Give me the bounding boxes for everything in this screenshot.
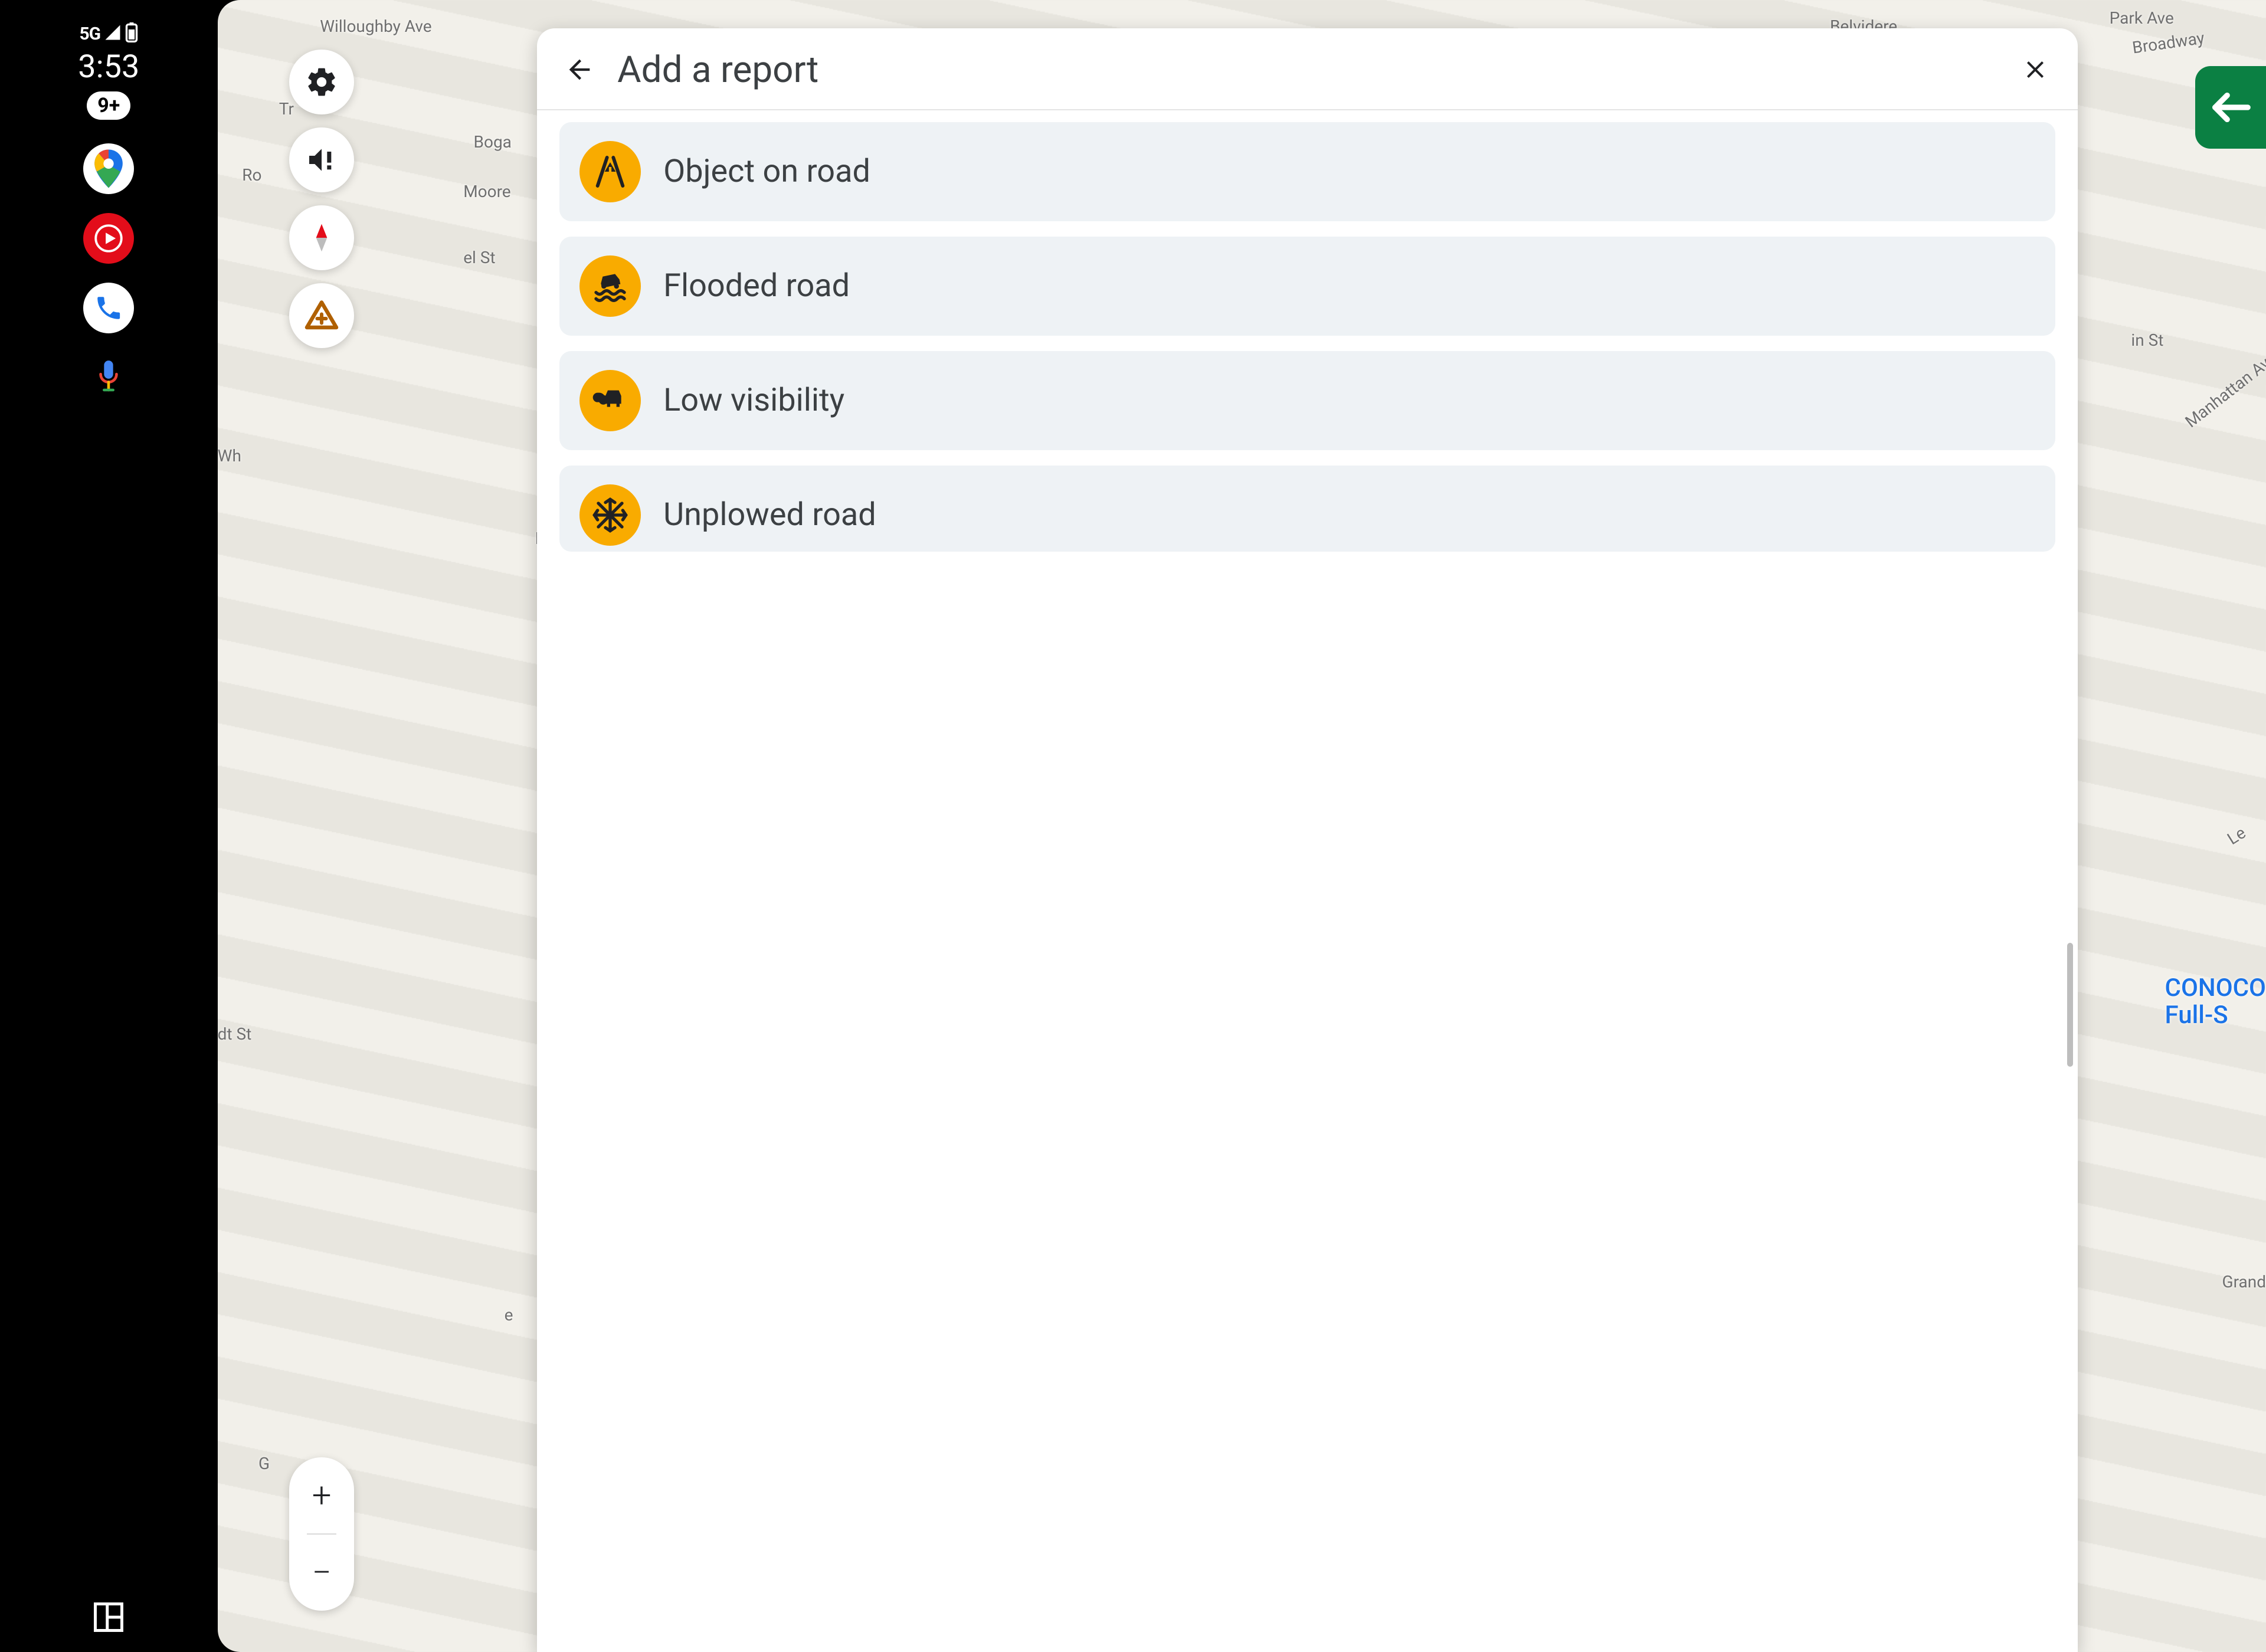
report-option-low-visibility[interactable]: Low visibility	[559, 351, 2055, 450]
mute-voice-button[interactable]	[289, 127, 354, 192]
dashboard-icon	[93, 1601, 125, 1633]
street-label: Park Ave	[2110, 8, 2174, 28]
clock: 3:53	[78, 48, 139, 86]
divider	[307, 1533, 337, 1535]
gear-icon	[305, 65, 338, 99]
unplowed-road-icon	[579, 484, 641, 546]
speaker-alert-icon	[305, 143, 338, 176]
street-label: e	[505, 1305, 513, 1325]
battery-icon	[125, 22, 138, 45]
cellular-signal-icon	[104, 24, 122, 44]
android-auto-rail: 5G 3:53 9+	[0, 0, 218, 1652]
map-canvas[interactable]: Willoughby Ave Tr Ro Moore el St Boga Wh…	[218, 0, 2266, 1652]
street-label: Wh	[218, 446, 241, 466]
zoom-control: + −	[289, 1457, 354, 1611]
compass-needle-icon	[305, 221, 338, 254]
poi-conoco[interactable]: CONOCO Full-S	[2165, 975, 2266, 1029]
report-option-label: Object on road	[663, 153, 870, 190]
street-label: Moore	[463, 182, 510, 201]
poi-label-line: Full-S	[2165, 1001, 2228, 1030]
close-icon	[2021, 55, 2049, 84]
panel-title: Add a report	[617, 48, 1997, 91]
google-maps-pin-icon	[93, 149, 124, 188]
street-label: Broadway	[2131, 28, 2205, 58]
street-label: Manhattan Ave	[2182, 348, 2266, 431]
object-on-road-icon	[579, 141, 641, 202]
report-hazard-button[interactable]	[289, 283, 354, 348]
status-bar: 5G	[79, 22, 138, 45]
back-button[interactable]	[562, 52, 597, 87]
settings-button[interactable]	[289, 50, 354, 114]
hazard-add-icon	[304, 298, 339, 333]
arrow-left-icon	[2210, 93, 2251, 122]
street-label: Boga	[474, 132, 512, 152]
zoom-in-button[interactable]: +	[312, 1479, 332, 1513]
report-option-label: Low visibility	[663, 382, 844, 419]
close-button[interactable]	[2018, 52, 2053, 87]
street-label: dt St	[218, 1024, 252, 1044]
street-label: Ro	[242, 165, 261, 185]
report-option-label: Unplowed road	[663, 496, 876, 533]
street-label: Grand	[2222, 1272, 2266, 1292]
flooded-road-icon	[579, 255, 641, 317]
poi-label-line: CONOCO	[2165, 974, 2266, 1002]
panel-header: Add a report	[537, 28, 2077, 110]
zoom-out-button[interactable]: −	[312, 1556, 332, 1590]
add-report-panel: Add a report Object on road	[537, 28, 2077, 1652]
street-label: G	[258, 1454, 270, 1473]
street-label: el St	[463, 248, 495, 267]
youtube-music-icon	[91, 221, 126, 255]
report-option-flooded-road[interactable]: Flooded road	[559, 237, 2055, 336]
arrow-back-icon	[564, 54, 595, 85]
notification-badge[interactable]: 9+	[87, 91, 130, 120]
street-label: Le	[2224, 823, 2249, 849]
street-label: Willoughby Ave	[320, 17, 431, 36]
report-option-unplowed-road[interactable]: Unplowed road	[559, 466, 2055, 552]
compass-button[interactable]	[289, 205, 354, 270]
low-visibility-icon	[579, 370, 641, 431]
report-options-list[interactable]: Object on road Flooded road	[537, 110, 2077, 1652]
rail-app-phone[interactable]	[83, 283, 134, 333]
report-option-object-on-road[interactable]: Object on road	[559, 122, 2055, 221]
voice-assistant-button[interactable]	[95, 358, 122, 397]
recenter-button[interactable]	[2195, 66, 2266, 149]
report-option-label: Flooded road	[663, 267, 850, 304]
rail-app-youtube-music[interactable]	[83, 213, 134, 264]
network-type: 5G	[79, 24, 100, 44]
app-launcher-button[interactable]	[93, 1601, 125, 1635]
rail-app-maps[interactable]	[83, 143, 134, 194]
map-controls-column	[289, 50, 354, 348]
phone-icon	[94, 293, 123, 323]
street-label: in St	[2131, 330, 2163, 350]
scrollbar-thumb[interactable]	[2067, 943, 2073, 1067]
